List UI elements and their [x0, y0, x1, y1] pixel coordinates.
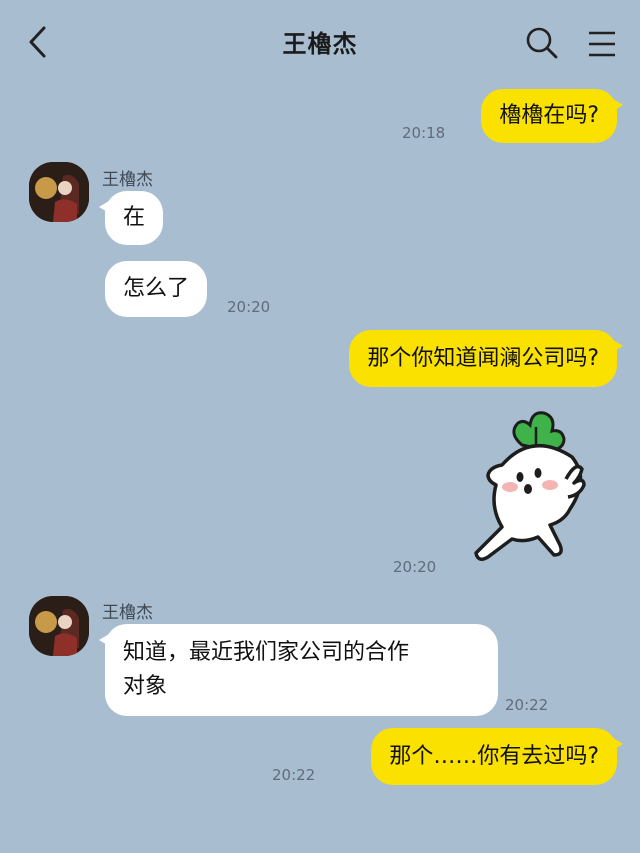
their-message-bubble[interactable]: 怎么了 [105, 261, 208, 317]
message-time: 20:20 [227, 298, 271, 316]
message-time: 20:20 [393, 558, 437, 576]
their-message-bubble[interactable]: 知道，最近我们家公司的合作 对象 [99, 624, 498, 716]
search-icon [526, 27, 558, 59]
my-message-bubble[interactable]: 那个你知道闻澜公司吗? [349, 330, 623, 387]
message-text: 在 [123, 205, 146, 230]
message-time: 20:18 [402, 124, 446, 142]
menu-button[interactable] [587, 30, 617, 58]
contact-name: 王櫓杰 [102, 603, 153, 623]
my-message-bubble[interactable]: 那个……你有去过吗? [371, 728, 623, 785]
avatar[interactable] [29, 162, 89, 222]
radish-waving-sticker[interactable] [462, 405, 602, 570]
radish-sticker-image [474, 411, 586, 561]
message-text-line: 对象 [123, 674, 168, 699]
avatar[interactable] [29, 596, 89, 656]
menu-icon [589, 31, 615, 57]
message-text: 那个……你有去过吗? [389, 744, 599, 769]
message-text-line: 知道，最近我们家公司的合作 [123, 640, 410, 665]
message-text: 怎么了 [123, 276, 190, 301]
my-message-bubble[interactable]: 櫓櫓在吗? [481, 89, 623, 143]
avatar-image [29, 596, 89, 656]
search-button[interactable] [525, 26, 559, 60]
message-time: 20:22 [505, 696, 549, 714]
message-text: 櫓櫓在吗? [499, 103, 599, 128]
contact-name: 王櫓杰 [102, 170, 153, 190]
message-text: 那个你知道闻澜公司吗? [367, 346, 599, 371]
avatar-image [29, 162, 89, 222]
their-message-bubble[interactable]: 在 [98, 191, 164, 245]
message-time: 20:22 [272, 766, 316, 784]
